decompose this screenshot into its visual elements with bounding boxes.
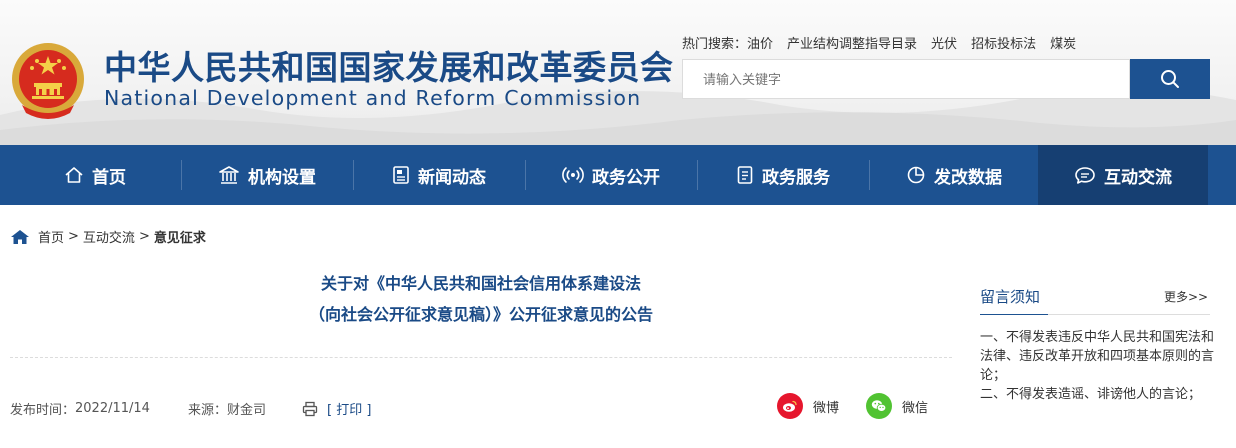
breadcrumb-separator: > xyxy=(138,229,150,244)
source-value: 财金司 xyxy=(226,403,266,418)
article-title-line: （向社会公开征求意见稿）》公开征求意见的公告 xyxy=(308,305,653,324)
site-title-cn[interactable]: 中华人民共和国国家发展和改革委员会 xyxy=(104,49,674,87)
sidebar-title: 留言须知 xyxy=(980,288,1041,306)
divider xyxy=(10,357,952,358)
national-emblem-icon xyxy=(12,43,84,119)
nav-item-data[interactable]: 发改数据 xyxy=(870,145,1038,205)
pie-chart-icon xyxy=(906,165,926,185)
nav-item-home[interactable]: 首页 xyxy=(10,145,180,205)
sidebar-divider xyxy=(1048,314,1210,315)
article-title: 关于对《中华人民共和国社会信用体系建设法 （向社会公开征求意见稿）》公开征求意见… xyxy=(10,270,952,329)
publish-date: 2022/11/14 xyxy=(75,401,150,416)
hot-search: 热门搜索：油价 产业结构调整指导目录 光伏 招标投标法 煤炭 xyxy=(682,33,1090,52)
nav-label: 机构设置 xyxy=(248,167,316,188)
home-icon xyxy=(64,165,84,185)
print-label: [ 打印 ] xyxy=(327,403,372,418)
nav-item-interaction[interactable]: 互动交流 xyxy=(1038,145,1208,205)
broadcast-icon xyxy=(562,165,584,185)
breadcrumb: 首页 > 互动交流 > 意见征求 xyxy=(10,227,206,246)
sidebar-notice: 一、不得发表违反中华人民共和国宪法和法律、违反改革开放和四项基本原则的言论； 二… xyxy=(980,328,1214,404)
share-wechat-label: 微信 xyxy=(902,400,929,416)
weibo-icon xyxy=(777,393,803,419)
building-icon xyxy=(218,165,240,185)
breadcrumb-home[interactable]: 首页 xyxy=(38,227,64,246)
search-button[interactable] xyxy=(1130,59,1210,99)
nav-item-gov-services[interactable]: 政务服务 xyxy=(698,145,868,205)
hot-search-item[interactable]: 煤炭 xyxy=(1050,37,1076,52)
notice-rule: 一、不得发表违反中华人民共和国宪法和法律、违反改革开放和四项基本原则的言论； xyxy=(980,330,1215,383)
printer-icon xyxy=(302,401,318,416)
hot-search-item[interactable]: 光伏 xyxy=(931,37,957,52)
breadcrumb-interaction[interactable]: 互动交流 xyxy=(83,227,135,246)
nav-item-gov-affairs[interactable]: 政务公开 xyxy=(526,145,696,205)
notice-rule: 二、不得发表造谣、诽谤他人的言论； xyxy=(980,387,1202,402)
site-title-en[interactable]: National Development and Reform Commissi… xyxy=(104,86,641,110)
nav-label: 首页 xyxy=(92,167,126,188)
main-nav: 首页 机构设置 新闻动态 政务公开 政务服务 发改数据 互动交流 xyxy=(0,145,1236,205)
search-icon xyxy=(1161,70,1179,88)
news-icon xyxy=(392,165,410,185)
article-title-line: 关于对《中华人民共和国社会信用体系建设法 xyxy=(320,274,641,293)
hot-search-label: 热门搜索： xyxy=(682,37,748,52)
search-input[interactable] xyxy=(683,60,1105,100)
hot-search-item[interactable]: 油价 xyxy=(747,37,773,52)
nav-label: 互动交流 xyxy=(1104,167,1172,188)
print-button[interactable]: [ 打印 ] xyxy=(302,399,371,418)
hot-search-item[interactable]: 招标投标法 xyxy=(971,37,1036,52)
chat-icon xyxy=(1074,165,1096,185)
search-box xyxy=(682,59,1130,100)
hot-search-item[interactable]: 产业结构调整指导目录 xyxy=(787,37,917,52)
nav-label: 新闻动态 xyxy=(418,167,486,188)
site-header: 中华人民共和国国家发展和改革委员会 National Development a… xyxy=(0,0,1236,145)
sidebar-more-link[interactable]: 更多>> xyxy=(1164,288,1208,305)
breadcrumb-separator: > xyxy=(68,229,79,244)
document-icon xyxy=(736,165,754,185)
share-weibo[interactable]: 微博 xyxy=(777,393,839,419)
article-meta: 发布时间： 2022/11/14 来源： 财金司 xyxy=(10,399,266,418)
nav-label: 政务服务 xyxy=(762,167,830,188)
share-wechat[interactable]: 微信 xyxy=(866,393,928,419)
share-weibo-label: 微博 xyxy=(813,400,840,416)
publish-label: 发布时间： xyxy=(10,403,76,418)
home-icon xyxy=(11,229,29,244)
nav-label: 政务公开 xyxy=(592,167,660,188)
nav-label: 发改数据 xyxy=(934,167,1002,188)
nav-item-organization[interactable]: 机构设置 xyxy=(182,145,352,205)
breadcrumb-current[interactable]: 意见征求 xyxy=(154,227,206,246)
nav-item-news[interactable]: 新闻动态 xyxy=(354,145,524,205)
wechat-icon xyxy=(866,393,892,419)
source-label: 来源： xyxy=(187,403,227,418)
